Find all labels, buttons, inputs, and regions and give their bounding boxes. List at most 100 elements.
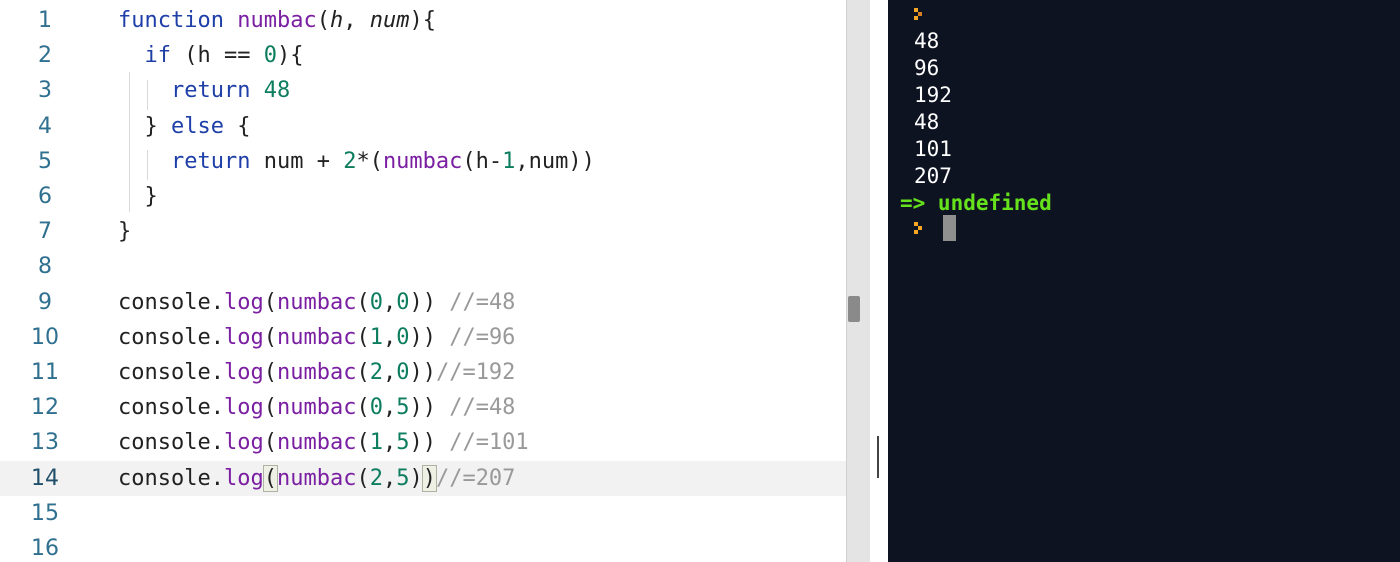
- code-token: )): [409, 360, 436, 385]
- code-line[interactable]: 1 function numbac(h, num){: [0, 3, 846, 38]
- code-line[interactable]: 4 } else {: [0, 109, 846, 144]
- line-number: 4: [38, 113, 52, 139]
- code-editor[interactable]: 1 function numbac(h, num){2 if (h == 0){3…: [0, 0, 846, 562]
- code-token: 5: [396, 430, 410, 456]
- code-token: return: [170, 148, 251, 174]
- code-token: console.: [118, 395, 224, 421]
- code-token: log: [223, 465, 264, 491]
- code-token: )): [409, 395, 450, 421]
- line-number: 8: [38, 254, 52, 280]
- code-line[interactable]: 3 return 48: [0, 73, 846, 108]
- code-token: ,: [382, 324, 397, 350]
- code-token: ,: [382, 360, 397, 385]
- code-token: (: [356, 465, 370, 491]
- editor-scrollbar-thumb[interactable]: [848, 296, 860, 322]
- code-line[interactable]: 8: [0, 249, 846, 284]
- code-token: ){: [276, 43, 304, 69]
- code-token: log: [223, 324, 264, 350]
- code-line[interactable]: 14 console.log(numbac(2,5))//=207: [0, 460, 846, 496]
- code-token: ,num)): [515, 148, 595, 174]
- code-line[interactable]: 15: [0, 496, 846, 531]
- code-line[interactable]: 11 console.log(numbac(2,0))//=192: [0, 355, 846, 390]
- code-token: (: [356, 395, 370, 421]
- line-number: 6: [38, 184, 52, 209]
- code-text: return 48: [118, 73, 290, 108]
- pane-divider: [870, 0, 888, 562]
- code-token: (: [356, 289, 370, 315]
- code-line[interactable]: 10 console.log(numbac(1,0)) //=96: [0, 320, 846, 355]
- code-token: numbac: [276, 360, 357, 385]
- console-output-line: 207: [914, 164, 952, 188]
- indent-guide: [129, 72, 130, 212]
- code-token: ): [409, 465, 423, 491]
- code-token: (: [356, 360, 370, 385]
- editor-scrollbar-track[interactable]: [846, 0, 870, 562]
- code-text: console.log(numbac(2,5))//=207: [118, 461, 515, 496]
- chevron-prompt-icon: [914, 222, 926, 236]
- console-result-line: => undefined: [900, 191, 1052, 215]
- line-number: 12: [31, 395, 59, 421]
- code-line[interactable]: 12 console.log(numbac(0,5)) //=48: [0, 390, 846, 425]
- code-token: )): [409, 289, 450, 315]
- console-text-cursor[interactable]: [943, 215, 956, 241]
- code-token: console.: [118, 324, 224, 350]
- line-number: 3: [38, 78, 52, 104]
- code-token: return: [170, 78, 251, 104]
- code-token: *(: [356, 148, 383, 174]
- code-token: }: [118, 219, 132, 245]
- code-token: (h ==: [171, 43, 264, 69]
- code-text: }: [118, 179, 158, 214]
- code-token: 2: [369, 465, 383, 491]
- code-token: numbac: [276, 324, 357, 350]
- code-token: 1: [502, 148, 516, 174]
- code-token: num +: [250, 148, 344, 174]
- console-pane[interactable]: 48 96 192 48 101 207 => undefined: [888, 0, 1400, 562]
- code-token: 0: [263, 43, 277, 69]
- code-token: }: [118, 184, 158, 209]
- pane-resize-handle[interactable]: [877, 436, 879, 478]
- code-text: return num + 2*(numbac(h-1,num)): [118, 144, 595, 179]
- code-token: 2: [343, 148, 357, 174]
- code-token: //=48: [449, 395, 516, 421]
- code-token: //=101: [449, 430, 529, 456]
- console-output-line: 192: [914, 83, 952, 107]
- code-token: (: [316, 8, 330, 33]
- line-number: 14: [31, 465, 59, 491]
- code-token: log: [223, 430, 264, 456]
- code-token: 2: [369, 360, 383, 385]
- line-number: 9: [38, 289, 52, 315]
- line-number: 13: [31, 430, 59, 456]
- code-line[interactable]: 9 console.log(numbac(0,0)) //=48: [0, 285, 846, 320]
- code-token: ){: [409, 8, 436, 33]
- code-token: (: [263, 289, 277, 315]
- code-text: console.log(numbac(0,5)) //=48: [118, 390, 515, 425]
- code-line[interactable]: 2 if (h == 0){: [0, 38, 846, 73]
- code-token: (h-: [462, 148, 503, 174]
- code-token: 1: [369, 324, 383, 350]
- code-text: function numbac(h, num){: [118, 3, 436, 38]
- code-token: 0: [396, 289, 410, 315]
- code-token: ,: [382, 395, 397, 421]
- code-token: (: [262, 464, 278, 492]
- code-token: numbac: [276, 289, 357, 315]
- code-token: log: [223, 289, 264, 315]
- code-line[interactable]: 5 return num + 2*(numbac(h-1,num)): [0, 144, 846, 179]
- code-text: } else {: [118, 109, 250, 144]
- code-token: 0: [369, 395, 383, 421]
- code-token: //=48: [449, 289, 516, 315]
- line-number: 2: [38, 43, 52, 69]
- code-token: (: [263, 430, 277, 456]
- code-line[interactable]: 6 }: [0, 179, 846, 214]
- code-token: 0: [369, 289, 383, 315]
- code-line[interactable]: 13 console.log(numbac(1,5)) //=101: [0, 425, 846, 460]
- code-text: console.log(numbac(2,0))//=192: [118, 355, 515, 390]
- code-token: ,: [382, 430, 397, 456]
- indent-guide: [147, 80, 148, 110]
- code-line[interactable]: 7}: [0, 214, 846, 249]
- code-line[interactable]: 16: [0, 531, 846, 562]
- line-number: 7: [38, 219, 52, 245]
